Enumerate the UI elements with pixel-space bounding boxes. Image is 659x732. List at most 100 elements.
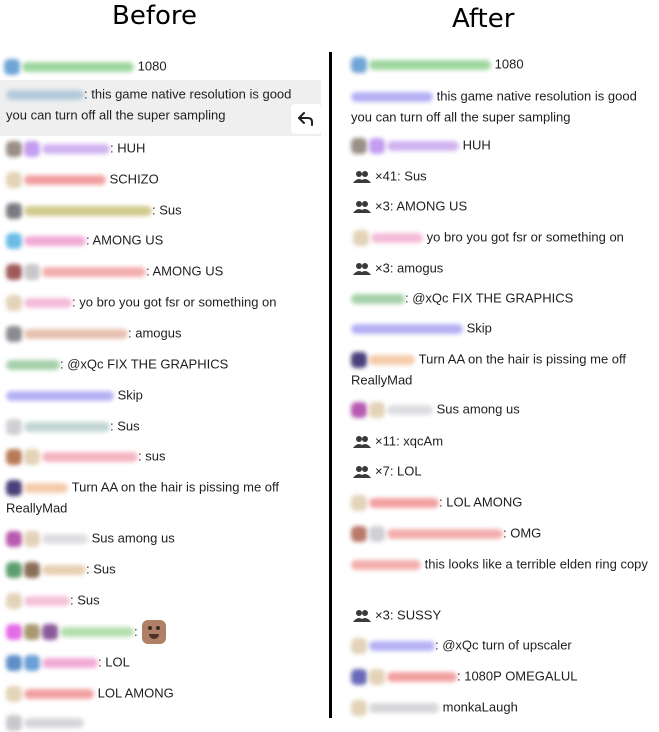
chat-message[interactable]: 1080: [351, 54, 659, 75]
chat-message[interactable]: : yo bro you got fsr or something on: [6, 292, 321, 313]
username[interactable]: [6, 359, 60, 370]
chat-message[interactable]: : @xQc FIX THE GRAPHICS: [6, 354, 321, 375]
username[interactable]: [24, 174, 106, 185]
chat-message[interactable]: : Sus: [6, 590, 321, 611]
username[interactable]: [369, 640, 435, 651]
chat-message[interactable]: : Sus: [6, 416, 321, 437]
chat-message[interactable]: : AMONG US: [6, 261, 321, 282]
user-badge-icon: [369, 668, 385, 685]
chat-message-grouped[interactable]: ×11: xqcAm: [353, 431, 659, 452]
username[interactable]: [387, 404, 433, 415]
username[interactable]: [42, 451, 138, 462]
message-text: SCHIZO: [109, 171, 159, 187]
username[interactable]: [6, 89, 84, 100]
reply-button[interactable]: [291, 104, 321, 134]
chat-message[interactable]: Skip: [351, 318, 659, 339]
username[interactable]: [24, 595, 70, 606]
user-badge-icon: [369, 401, 385, 418]
chatters-group-icon: [353, 262, 371, 276]
username[interactable]: [42, 143, 110, 154]
username[interactable]: [42, 533, 88, 544]
chat-message[interactable]: Skip: [6, 385, 321, 406]
message-text: : LOL: [98, 654, 130, 670]
chatters-group-icon: [353, 609, 371, 623]
chat-message[interactable]: : LOL AMONG: [351, 492, 659, 513]
chat-message-grouped[interactable]: ×3: SUSSY: [353, 605, 659, 626]
chat-message[interactable]: Sus among us: [6, 528, 321, 549]
username[interactable]: [351, 293, 405, 304]
chat-message[interactable]: : 1080P OMEGALUL: [351, 666, 659, 687]
username[interactable]: [387, 671, 457, 682]
chat-message[interactable]: this game native resolution is good you …: [351, 86, 657, 127]
chat-message-partial[interactable]: [6, 712, 321, 732]
chat-message[interactable]: monkaLaugh: [351, 697, 659, 718]
username[interactable]: [24, 717, 84, 728]
chat-message[interactable]: SCHIZO: [6, 169, 321, 190]
username[interactable]: [387, 528, 503, 539]
username[interactable]: [369, 497, 439, 508]
username[interactable]: [369, 59, 491, 70]
username[interactable]: [42, 564, 86, 575]
message-text: : OMG: [503, 525, 542, 541]
username[interactable]: [351, 91, 433, 102]
username[interactable]: [24, 297, 72, 308]
chat-message[interactable]: : @xQc FIX THE GRAPHICS: [351, 288, 659, 309]
user-badge-icon: [6, 263, 22, 280]
chat-message[interactable]: : LOL: [6, 652, 321, 673]
username[interactable]: [24, 328, 128, 339]
username[interactable]: [371, 232, 423, 243]
user-badge-icon: [6, 479, 22, 496]
message-text: Skip: [466, 320, 492, 336]
username[interactable]: [351, 559, 421, 570]
user-badge-icon: [369, 137, 385, 154]
user-badge-icon: [351, 668, 367, 685]
username[interactable]: [60, 627, 134, 637]
chat-message-grouped[interactable]: ×3: AMONG US: [353, 196, 659, 217]
chat-message[interactable]: yo bro you got fsr or something on: [353, 227, 659, 248]
chat-message[interactable]: Sus among us: [351, 399, 659, 420]
username[interactable]: [24, 482, 68, 493]
chat-message-grouped[interactable]: ×7: LOL: [353, 461, 659, 482]
chat-message[interactable]: : sus: [6, 446, 321, 467]
message-text: 1080: [137, 58, 167, 74]
chat-message[interactable]: : @xQc turn of upscaler: [351, 635, 659, 656]
message-text: ×11: xqcAm: [375, 433, 444, 449]
chat-message-highlighted[interactable]: : this game native resolution is good yo…: [0, 80, 321, 136]
message-text: : yo bro you got fsr or something on: [72, 294, 277, 310]
username[interactable]: [369, 702, 439, 713]
user-badge-icon: [6, 714, 22, 731]
chat-message[interactable]: Turn AA on the hair is pissing me off Re…: [351, 349, 657, 390]
chat-message[interactable]: HUH: [351, 135, 659, 156]
chat-message[interactable]: : Sus: [6, 200, 321, 221]
chat-message-grouped[interactable]: ×3: amogus: [353, 258, 659, 279]
chat-message[interactable]: : OMG: [351, 523, 659, 544]
username[interactable]: [24, 421, 110, 432]
username[interactable]: [42, 266, 146, 277]
username[interactable]: [6, 390, 114, 401]
message-text: : Sus: [86, 561, 116, 577]
username[interactable]: [387, 140, 459, 151]
chatters-group-icon: [353, 435, 371, 449]
user-badge-icon: [6, 448, 22, 465]
user-badge-icon: [6, 232, 22, 249]
chat-message[interactable]: : Sus: [6, 559, 321, 580]
chat-message[interactable]: :: [6, 620, 321, 644]
chat-message[interactable]: 1080: [4, 56, 321, 77]
username[interactable]: [24, 235, 86, 246]
chat-message[interactable]: : HUH: [6, 138, 321, 159]
username[interactable]: [22, 61, 134, 72]
username[interactable]: [351, 323, 463, 334]
user-badge-icon: [6, 171, 22, 188]
username[interactable]: [42, 657, 98, 668]
chat-message[interactable]: this looks like a terrible elden ring co…: [351, 554, 657, 575]
chat-message[interactable]: : amogus: [6, 323, 321, 344]
chat-message[interactable]: Turn AA on the hair is pissing me off Re…: [6, 477, 313, 518]
message-text: : LOL AMONG: [439, 494, 523, 510]
chat-message[interactable]: LOL AMONG: [6, 683, 321, 704]
username[interactable]: [369, 354, 415, 365]
message-text: : Sus: [70, 592, 100, 608]
chat-message[interactable]: : AMONG US: [6, 230, 321, 251]
username[interactable]: [24, 205, 152, 216]
username[interactable]: [24, 688, 94, 699]
chat-message-grouped[interactable]: ×41: Sus: [353, 166, 659, 187]
